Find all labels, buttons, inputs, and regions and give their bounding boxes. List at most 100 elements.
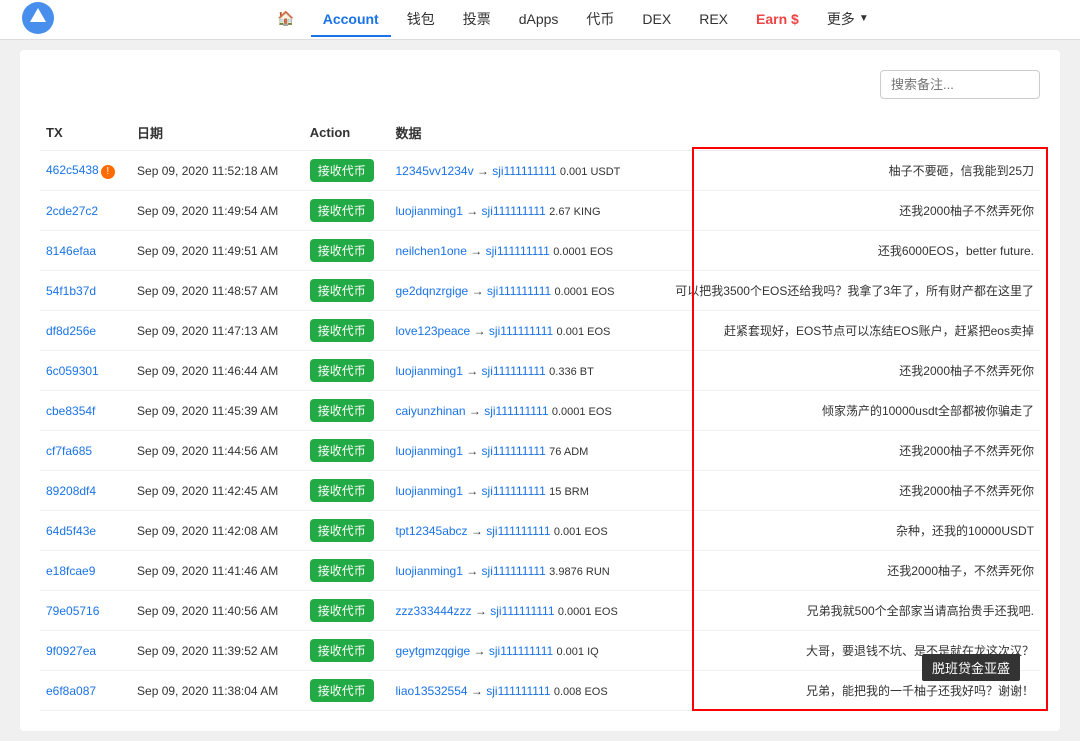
tx-amount: 15 BRM bbox=[549, 486, 589, 498]
table-row: 462c5438!Sep 09, 2020 11:52:18 AM接收代币123… bbox=[40, 151, 1040, 191]
tx-date: Sep 09, 2020 11:48:57 AM bbox=[131, 271, 304, 311]
search-input[interactable] bbox=[880, 70, 1040, 99]
tx-date: Sep 09, 2020 11:40:56 AM bbox=[131, 591, 304, 631]
memo-text: 兄弟我就500个全部家当请高抬贵手还我吧. bbox=[807, 604, 1034, 618]
tx-action: 接收代币 bbox=[304, 471, 390, 511]
nav-wallet[interactable]: 钱包 bbox=[395, 1, 447, 39]
tx-link[interactable]: e6f8a087 bbox=[46, 684, 96, 698]
tx-amount: 0.0001 EOS bbox=[553, 246, 613, 258]
col-action: Action bbox=[304, 115, 390, 151]
tx-date: Sep 09, 2020 11:45:39 AM bbox=[131, 391, 304, 431]
memo-text: 倾家荡产的10000usdt全部都被你骗走了 bbox=[822, 404, 1034, 418]
tx-memo: 倾家荡产的10000usdt全部都被你骗走了 bbox=[657, 391, 1040, 431]
memo-text: 还我2000柚子不然弄死你 bbox=[899, 204, 1034, 218]
action-badge: 接收代币 bbox=[310, 519, 374, 542]
tx-amount: 0.0001 EOS bbox=[552, 406, 612, 418]
table-row: cbe8354f Sep 09, 2020 11:45:39 AM 接收代币 caiy… bbox=[40, 391, 1040, 431]
tx-amount: 0.001 USDT bbox=[560, 166, 621, 178]
tx-link[interactable]: df8d256e bbox=[46, 324, 96, 338]
tx-amount: 0.0001 EOS bbox=[558, 606, 618, 618]
tx-data: tpt12345abcz → sji111111111 0.001 EOS bbox=[390, 511, 657, 551]
tx-link[interactable]: e18fcae9 bbox=[46, 564, 95, 578]
tx-action: 接收代币 bbox=[304, 671, 390, 711]
tx-date: Sep 09, 2020 11:49:51 AM bbox=[131, 231, 304, 271]
table-row: 8146efaaSep 09, 2020 11:49:51 AM接收代币neil… bbox=[40, 231, 1040, 271]
action-badge: 接收代币 bbox=[310, 319, 374, 342]
tx-flow: liao13532554 → sji111111111 bbox=[396, 684, 551, 698]
warn-icon: ! bbox=[101, 165, 115, 179]
tx-action: 接收代币 bbox=[304, 231, 390, 271]
nav-rex[interactable]: REX bbox=[687, 3, 740, 37]
table-row: df8d256eSep 09, 2020 11:47:13 AM接收代币love… bbox=[40, 311, 1040, 351]
tx-link[interactable]: 89208df4 bbox=[46, 484, 96, 498]
tx-data: luojianming1 → sji111111111 15 BRM bbox=[390, 471, 657, 511]
tx-data: liao13532554 → sji111111111 0.008 EOS bbox=[390, 671, 657, 711]
tx-amount: 0.336 BT bbox=[549, 366, 594, 378]
nav-earn[interactable]: Earn $ bbox=[744, 3, 811, 37]
tx-link[interactable]: 9f0927ea bbox=[46, 644, 96, 658]
memo-text: 兄弟，能把我的一千柚子还我好吗？谢谢！ bbox=[806, 684, 1034, 698]
nav-account[interactable]: Account bbox=[311, 3, 391, 37]
nav-dex[interactable]: DEX bbox=[630, 3, 683, 37]
table-row: 89208df4 Sep 09, 2020 11:42:45 AM接收代币luoj… bbox=[40, 471, 1040, 511]
tx-flow: luojianming1 → sji111111111 bbox=[396, 444, 546, 458]
tx-flow: tpt12345abcz → sji111111111 bbox=[396, 524, 551, 538]
tx-link[interactable]: 8146efaa bbox=[46, 244, 96, 258]
tx-link[interactable]: cbe8354f bbox=[46, 404, 95, 418]
tx-memo: 赶紧套现好，EOS节点可以冻结EOS账户，赶紧把eos卖掉 bbox=[657, 311, 1040, 351]
tx-amount: 0.001 EOS bbox=[557, 326, 611, 338]
tx-flow: geytgmzqgige → sji111111111 bbox=[396, 644, 554, 658]
tx-data: neilchen1one → sji111111111 0.0001 EOS bbox=[390, 231, 657, 271]
tx-flow: ge2dqnzrgige → sji111111111 bbox=[396, 284, 552, 298]
tx-memo: 还我2000柚子不然弄死你 bbox=[657, 191, 1040, 231]
tx-amount: 0.001 EOS bbox=[554, 526, 608, 538]
nav-dapps[interactable]: dApps bbox=[507, 3, 571, 37]
tx-date: Sep 09, 2020 11:49:54 AM bbox=[131, 191, 304, 231]
tx-link[interactable]: cf7fa685 bbox=[46, 444, 92, 458]
tx-flow: luojianming1 → sji111111111 bbox=[396, 204, 546, 218]
tx-flow: luojianming1 → sji111111111 bbox=[396, 364, 546, 378]
memo-text: 柚子不要砸，信我能到25刀 bbox=[889, 164, 1034, 178]
tx-date: Sep 09, 2020 11:52:18 AM bbox=[131, 151, 304, 191]
tx-date: Sep 09, 2020 11:38:04 AM bbox=[131, 671, 304, 711]
tx-data: luojianming1 → sji111111111 0.336 BT bbox=[390, 351, 657, 391]
tx-link[interactable]: 64d5f43e bbox=[46, 524, 96, 538]
tx-action: 接收代币 bbox=[304, 271, 390, 311]
tx-memo: 柚子不要砸，信我能到25刀 bbox=[657, 151, 1040, 191]
tx-flow: neilchen1one → sji111111111 bbox=[396, 244, 550, 258]
tx-flow: caiyunzhinan → sji111111111 bbox=[396, 404, 549, 418]
tx-link[interactable]: 462c5438 bbox=[46, 163, 99, 177]
tx-data: 12345vv1234v → sji111111111 0.001 USDT bbox=[390, 151, 657, 191]
tx-action: 接收代币 bbox=[304, 511, 390, 551]
nav-vote[interactable]: 投票 bbox=[451, 1, 503, 39]
nav-home[interactable]: 🏠 bbox=[265, 2, 306, 37]
action-badge: 接收代币 bbox=[310, 399, 374, 422]
nav-more[interactable]: 更多 ▼ bbox=[815, 1, 881, 39]
tx-date: Sep 09, 2020 11:44:56 AM bbox=[131, 431, 304, 471]
memo-text: 赶紧套现好，EOS节点可以冻结EOS账户，赶紧把eos卖掉 bbox=[724, 324, 1034, 338]
tx-link[interactable]: 6c059301 bbox=[46, 364, 99, 378]
tx-data: love123peace → sji111111111 0.001 EOS bbox=[390, 311, 657, 351]
tx-amount: 76 ADM bbox=[549, 446, 588, 458]
nav-token[interactable]: 代币 bbox=[574, 1, 626, 39]
transactions-table: TX 日期 Action 数据 462c5438!Sep 09, 2020 11… bbox=[40, 115, 1040, 711]
tx-data: ge2dqnzrgige → sji111111111 0.0001 EOS bbox=[390, 271, 657, 311]
tx-date: Sep 09, 2020 11:39:52 AM bbox=[131, 631, 304, 671]
transactions-table-wrapper: TX 日期 Action 数据 462c5438!Sep 09, 2020 11… bbox=[40, 115, 1040, 711]
tx-link[interactable]: 2cde27c2 bbox=[46, 204, 98, 218]
logo bbox=[20, 0, 56, 39]
tx-memo: 还我6000EOS，better future. bbox=[657, 231, 1040, 271]
memo-text: 还我2000柚子不然弄死你 bbox=[899, 444, 1034, 458]
tx-memo: 兄弟我就500个全部家当请高抬贵手还我吧. bbox=[657, 591, 1040, 631]
tx-date: Sep 09, 2020 11:42:45 AM bbox=[131, 471, 304, 511]
memo-text: 杂种，还我的10000USDT bbox=[896, 524, 1034, 538]
tx-action: 接收代币 bbox=[304, 431, 390, 471]
tx-data: luojianming1 → sji111111111 76 ADM bbox=[390, 431, 657, 471]
tx-link[interactable]: 79e05716 bbox=[46, 604, 99, 618]
tx-link[interactable]: 54f1b37d bbox=[46, 284, 96, 298]
table-row: 2cde27c2Sep 09, 2020 11:49:54 AM接收代币luoj… bbox=[40, 191, 1040, 231]
action-badge: 接收代币 bbox=[310, 599, 374, 622]
col-tx: TX bbox=[40, 115, 131, 151]
tx-data: zzz333444zzz → sji111111111 0.0001 EOS bbox=[390, 591, 657, 631]
tx-action: 接收代币 bbox=[304, 591, 390, 631]
